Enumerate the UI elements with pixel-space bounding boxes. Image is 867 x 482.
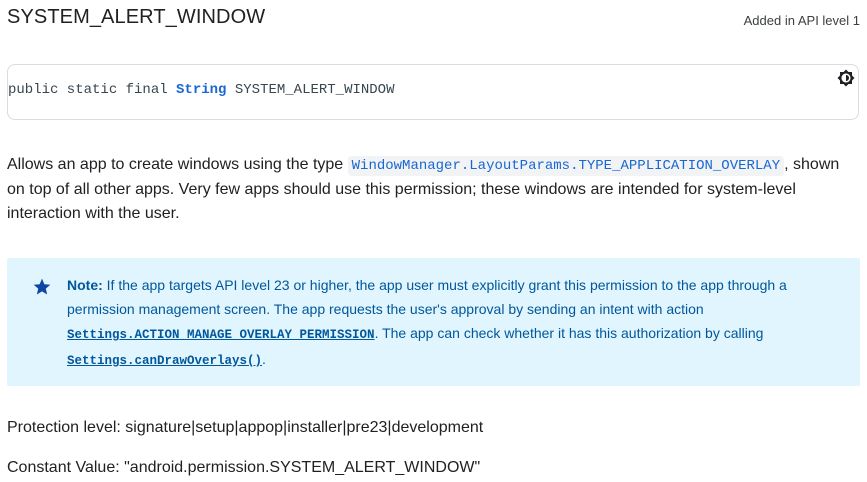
constant-value: Constant Value: "android.permission.SYST…	[7, 459, 481, 476]
type-application-overlay-link[interactable]: WindowManager.LayoutParams.TYPE_APPLICAT…	[347, 156, 785, 176]
page-title: SYSTEM_ALERT_WINDOW	[7, 6, 266, 28]
action-manage-overlay-permission-link[interactable]: Settings.ACTION_MANAGE_OVERLAY_PERMISSIO…	[67, 328, 375, 342]
note-label: Note:	[67, 277, 103, 293]
note-body-cont: . The app can check whether it has this …	[374, 325, 764, 341]
protection-level: Protection level: signature|setup|appop|…	[7, 419, 484, 436]
signature-type-link[interactable]: String	[176, 82, 226, 98]
note-body: If the app targets API level 23 or highe…	[67, 277, 787, 317]
star-icon	[33, 278, 51, 295]
signature-code: public static final String SYSTEM_ALERT_…	[8, 82, 394, 98]
can-draw-overlays-link[interactable]: Settings.canDrawOverlays()	[67, 354, 262, 368]
signature-name: SYSTEM_ALERT_WINDOW	[226, 82, 395, 98]
description: Allows an app to create windows using th…	[7, 153, 859, 226]
note-body-end: .	[262, 351, 266, 367]
header: SYSTEM_ALERT_WINDOW Added in API level 1	[7, 6, 860, 34]
description-text: Allows an app to create windows using th…	[7, 156, 348, 173]
doc-page: SYSTEM_ALERT_WINDOW Added in API level 1…	[0, 0, 867, 482]
api-level-label: Added in API level 1	[743, 13, 860, 28]
signature-code-block: public static final String SYSTEM_ALERT_…	[7, 64, 859, 120]
brightness-icon	[837, 69, 855, 87]
signature-prefix: public static final	[8, 82, 177, 98]
note-text: Note: If the app targets API level 23 or…	[67, 273, 827, 373]
theme-toggle-button[interactable]	[837, 69, 855, 87]
note-callout: Note: If the app targets API level 23 or…	[7, 258, 860, 386]
